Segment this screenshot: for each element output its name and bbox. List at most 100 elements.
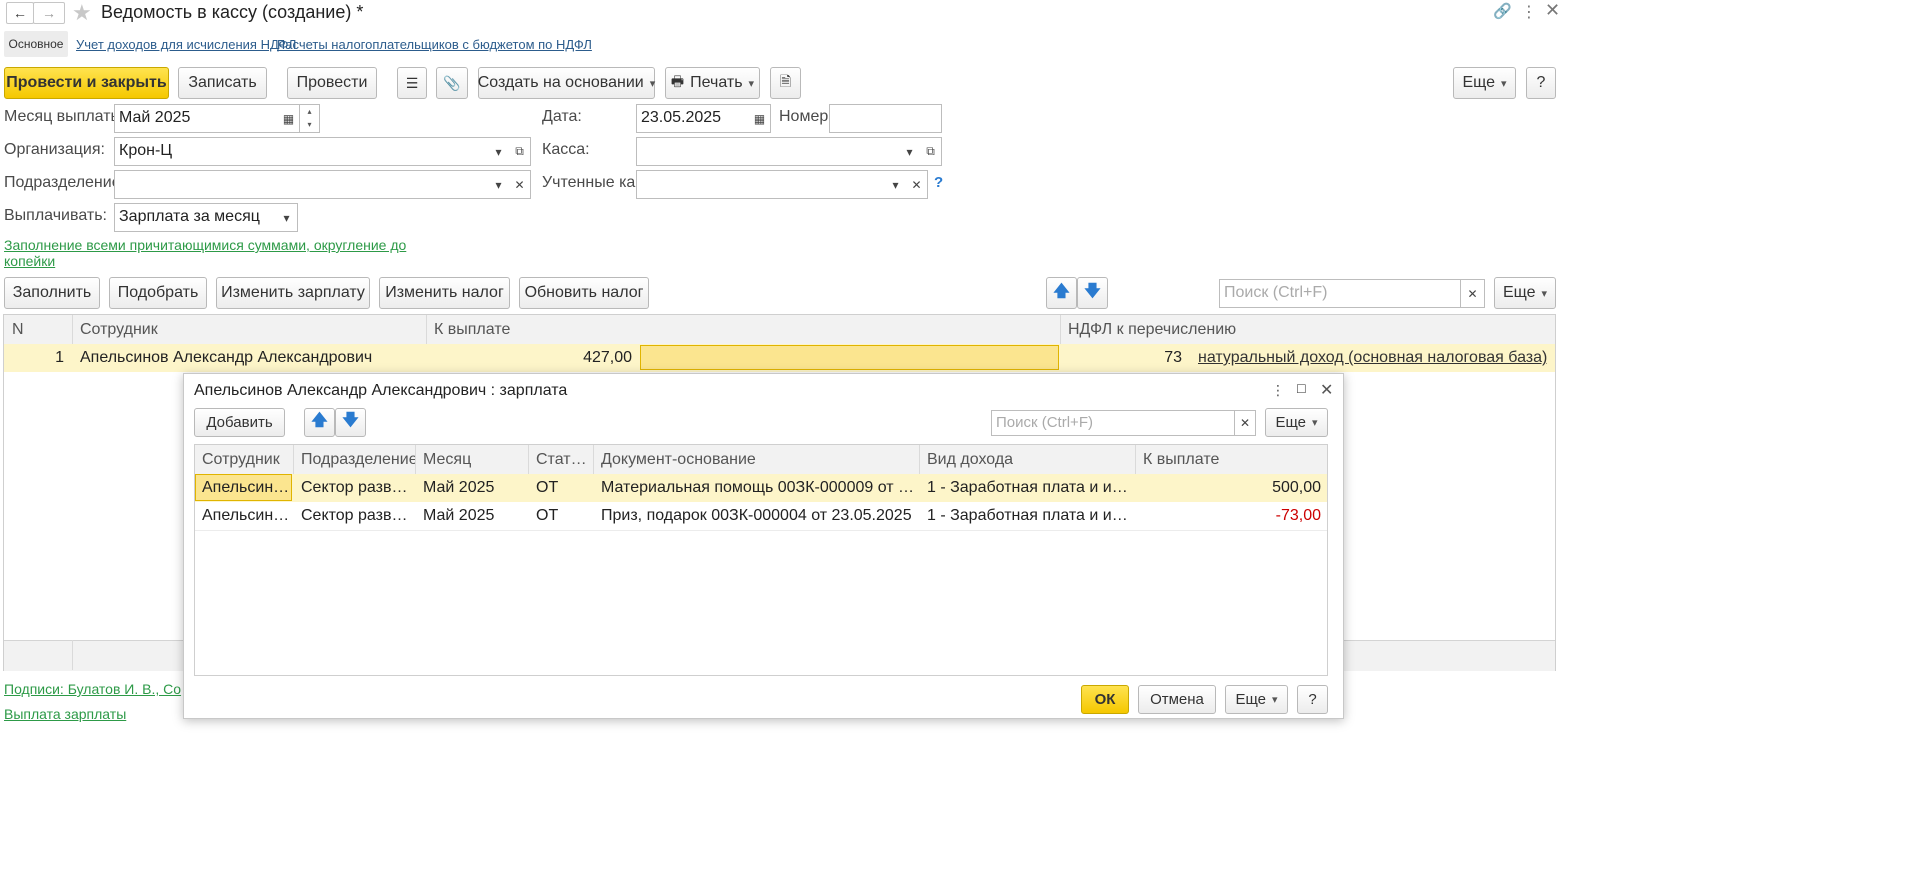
arrow-right-icon: → (42, 5, 56, 21)
tab-main[interactable]: Основное (4, 31, 68, 57)
cash-input[interactable] (636, 137, 900, 166)
cash-dropdown-button[interactable]: ▾ (899, 137, 921, 166)
pay-month-input[interactable]: Май 2025 (114, 104, 279, 133)
list-button[interactable]: ☰ (397, 67, 427, 99)
month-stepper[interactable]: ▴ ▾ (299, 104, 320, 133)
organization-dropdown-button[interactable]: ▾ (488, 137, 510, 166)
printer-icon: 🖶 (670, 73, 685, 89)
col-department[interactable]: Подразделение (301, 451, 416, 469)
open-icon: ⧉ (926, 144, 935, 158)
col-employee[interactable]: Сотрудник (80, 321, 158, 339)
date-calendar-button[interactable]: ▦ (749, 104, 771, 133)
chevron-down-icon: ▾ (892, 177, 899, 192)
ok-button[interactable]: ОК (1081, 685, 1129, 714)
row-tax-link[interactable]: натуральный доход (основная налоговая ба… (1198, 349, 1547, 367)
help-question-icon[interactable]: ? (934, 174, 943, 191)
col-month[interactable]: Месяц (423, 451, 471, 469)
post-button[interactable]: Провести (287, 67, 377, 99)
accounted-dropdown-button[interactable]: ▾ (885, 170, 907, 199)
table-more-button[interactable]: Еще (1494, 277, 1556, 309)
pay-type-dropdown-button[interactable]: ▾ (276, 203, 298, 232)
save-button[interactable]: Записать (178, 67, 267, 99)
favorite-star-icon[interactable]: ★ (72, 0, 92, 26)
date-input[interactable]: 23.05.2025 (636, 104, 750, 133)
back-button[interactable]: ← (6, 2, 34, 24)
dialog-search-clear-button[interactable]: ✕ (1234, 410, 1256, 436)
row-department: Сектор развит… (301, 479, 413, 496)
move-down-button[interactable]: 🡇 (335, 408, 366, 437)
move-up-button[interactable]: 🡅 (304, 408, 335, 437)
update-tax-button[interactable]: Обновить налог (519, 277, 649, 309)
fill-button[interactable]: Заполнить (4, 277, 100, 309)
col-tax[interactable]: НДФЛ к перечислению (1068, 321, 1236, 339)
report-button[interactable]: 🗎 (770, 67, 801, 99)
department-clear-button[interactable]: ✕ (509, 170, 531, 199)
create-based-on-button[interactable]: Создать на основании (478, 67, 655, 99)
col-amount[interactable]: К выплате (1143, 451, 1219, 469)
row-department: Сектор развит… (301, 507, 413, 524)
change-tax-button[interactable]: Изменить налог (379, 277, 510, 309)
help-button[interactable]: ? (1526, 67, 1556, 99)
forward-button[interactable]: → (33, 2, 65, 24)
col-status[interactable]: Стат… (536, 451, 591, 469)
col-income-type[interactable]: Вид дохода (927, 451, 1013, 469)
move-down-button[interactable]: 🡇 (1077, 277, 1108, 309)
table-row[interactable]: Апельсино… Сектор развит… Май 2025 ОТ Пр… (195, 502, 1327, 531)
accounted-input[interactable] (636, 170, 886, 199)
table-row[interactable]: 1 Апельсинов Александр Александрович 427… (4, 344, 1555, 372)
attach-button[interactable]: 📎 (436, 67, 468, 99)
calendar-button[interactable]: ▦ (278, 104, 300, 133)
row-tax: 73 (1164, 349, 1182, 366)
dialog-help-button[interactable]: ? (1297, 685, 1328, 714)
change-salary-button[interactable]: Изменить зарплату (216, 277, 370, 309)
fill-settings-link[interactable]: Заполнение всеми причитающимися суммами,… (4, 237, 409, 269)
cancel-button[interactable]: Отмена (1138, 685, 1216, 714)
more-vertical-icon[interactable]: ⋮ (1271, 382, 1285, 399)
tab-ndfl-income[interactable]: Учет доходов для исчисления НДФЛ (76, 37, 296, 52)
row-payout: 427,00 (583, 349, 632, 366)
dialog-search-input[interactable]: Поиск (Ctrl+F) (991, 410, 1235, 436)
table-search-input[interactable]: Поиск (Ctrl+F) (1219, 279, 1461, 308)
clear-icon: ✕ (911, 177, 922, 192)
close-icon[interactable]: ✕ (1320, 380, 1333, 400)
salary-dialog: Апельсинов Александр Александрович : зар… (183, 373, 1344, 719)
add-button[interactable]: Добавить (194, 408, 285, 437)
more-button[interactable]: Еще (1453, 67, 1516, 99)
tab-main-label: Основное (8, 37, 64, 51)
date-label: Дата: (542, 108, 582, 125)
dialog-more-button[interactable]: Еще (1265, 408, 1328, 437)
row-employee: Апельсино… (202, 479, 290, 496)
row-selected-cell[interactable] (640, 345, 1059, 370)
payout-link[interactable]: Выплата зарплаты (4, 706, 126, 722)
accounted-clear-button[interactable]: ✕ (906, 170, 928, 199)
department-input[interactable] (114, 170, 489, 199)
table-search-clear-button[interactable]: ✕ (1460, 279, 1485, 308)
dialog-footer-more-label: Еще (1235, 691, 1266, 708)
post-and-close-button[interactable]: Провести и закрыть (4, 67, 169, 99)
link-icon[interactable]: 🔗 (1493, 2, 1512, 20)
organization-open-button[interactable]: ⧉ (509, 137, 531, 166)
move-up-button[interactable]: 🡅 (1046, 277, 1077, 309)
signatures-link[interactable]: Подписи: Булатов И. В., Со (4, 681, 181, 697)
print-label: Печать (690, 74, 743, 91)
cash-open-button[interactable]: ⧉ (920, 137, 942, 166)
department-dropdown-button[interactable]: ▾ (488, 170, 510, 199)
more-vertical-icon[interactable]: ⋮ (1521, 2, 1537, 22)
row-income-type: 1 - Заработная плата и иные… (927, 479, 1131, 496)
close-icon[interactable]: ✕ (1545, 0, 1560, 21)
col-document[interactable]: Документ-основание (601, 451, 756, 469)
col-employee[interactable]: Сотрудник (202, 451, 290, 469)
col-payout[interactable]: К выплате (434, 321, 510, 339)
table-row[interactable]: Апельсино… Сектор развит… Май 2025 ОТ Ма… (195, 474, 1327, 503)
pick-button[interactable]: Подобрать (109, 277, 207, 309)
arrow-left-icon: ← (13, 5, 27, 21)
tab-ndfl-budget[interactable]: Расчеты налогоплательщиков с бюджетом по… (277, 37, 592, 52)
report-icon: 🗎 (779, 73, 792, 89)
number-input[interactable] (829, 104, 942, 133)
dialog-footer-more-button[interactable]: Еще (1225, 685, 1288, 714)
print-button[interactable]: 🖶 Печать (665, 67, 760, 99)
pay-type-input[interactable]: Зарплата за месяц (114, 203, 277, 232)
col-n[interactable]: N (12, 321, 24, 339)
organization-input[interactable]: Крон-Ц (114, 137, 489, 166)
maximize-icon[interactable]: ☐ (1296, 382, 1307, 396)
